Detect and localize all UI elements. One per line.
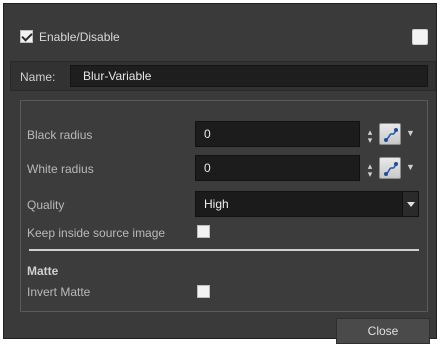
black-radius-function-button[interactable]	[379, 123, 401, 145]
matte-section-title: Matte	[27, 264, 59, 278]
function-curve-icon	[384, 128, 398, 142]
name-input[interactable]: Blur-Variable	[70, 65, 428, 87]
blur-variable-dialog: Enable/Disable Name: Blur-Variable Black…	[3, 3, 437, 344]
invert-matte-label: Invert Matte	[27, 285, 91, 299]
black-radius-spin-icon[interactable]: ▴ ▾	[365, 128, 375, 146]
white-radius-input[interactable]: 0	[195, 155, 360, 181]
keep-inside-checkbox[interactable]	[197, 225, 210, 238]
properties-group: Black radius 0 ▴ ▾ ▼ White radius 0 ▴ ▾ ▼ …	[20, 100, 428, 312]
white-radius-label: White radius	[27, 162, 94, 176]
enable-row: Enable/Disable	[20, 28, 428, 50]
black-radius-dropdown-icon[interactable]: ▼	[406, 128, 416, 138]
black-radius-label: Black radius	[27, 128, 93, 142]
black-radius-input[interactable]: 0	[195, 121, 360, 147]
white-radius-function-button[interactable]	[379, 157, 401, 179]
enable-label: Enable/Disable	[39, 29, 120, 44]
quality-selected-value: High	[204, 197, 229, 211]
name-label: Name:	[20, 70, 56, 84]
close-button[interactable]: Close	[336, 318, 430, 344]
chevron-down-icon[interactable]	[402, 192, 418, 216]
white-radius-spin-icon[interactable]: ▴ ▾	[365, 162, 375, 180]
function-curve-icon	[384, 162, 398, 176]
name-row: Name: Blur-Variable	[10, 61, 436, 91]
invert-matte-checkbox[interactable]	[197, 285, 210, 298]
quality-select[interactable]: High	[195, 191, 419, 217]
separator-line	[29, 249, 419, 251]
color-swatch-checkbox[interactable]	[412, 29, 428, 45]
white-radius-dropdown-icon[interactable]: ▼	[406, 162, 416, 172]
enable-checkbox[interactable]	[20, 30, 33, 44]
keep-inside-label: Keep inside source image	[27, 226, 166, 240]
quality-label: Quality	[27, 198, 65, 212]
